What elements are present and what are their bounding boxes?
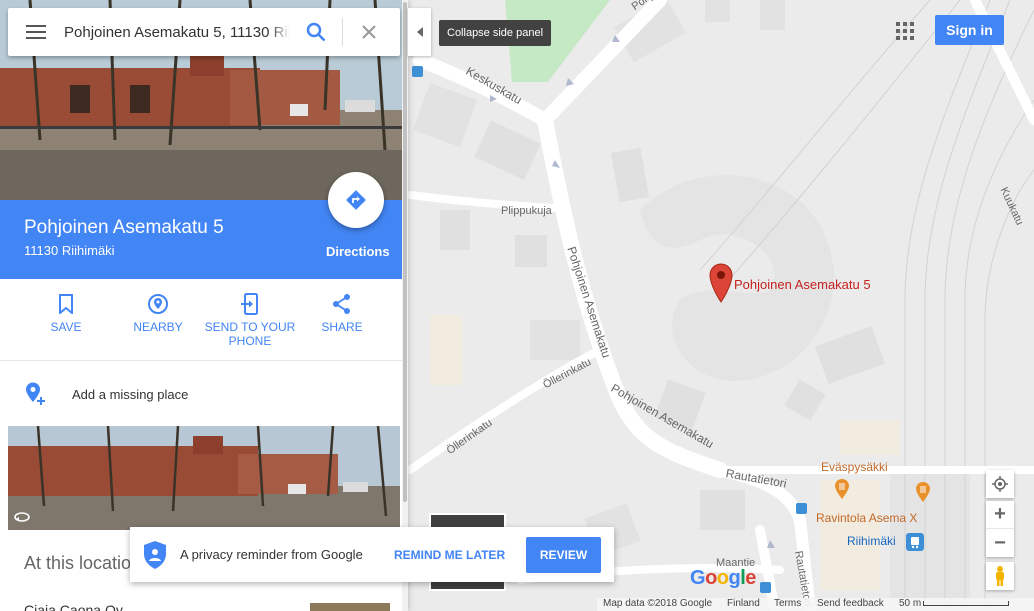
street-label: Plippukuja (501, 205, 552, 217)
chevron-left-icon (416, 27, 423, 37)
pegman-button[interactable] (986, 562, 1014, 590)
add-missing-place[interactable]: Add a missing place (0, 362, 402, 426)
share-icon (333, 294, 350, 314)
zoom-out-button[interactable]: − (986, 529, 1014, 557)
scale-bar (923, 601, 1009, 606)
search-input[interactable]: Pohjoinen Asemakatu 5, 11130 Riihimäki (64, 23, 290, 41)
poi-label-station[interactable]: Riihimäki (847, 534, 896, 548)
close-icon (362, 25, 376, 39)
poi-label-evaspysakki[interactable]: Eväspysäkki (821, 460, 888, 474)
add-missing-place-label: Add a missing place (72, 386, 189, 402)
sign-in-button[interactable]: Sign in (935, 15, 1004, 45)
menu-icon (26, 25, 46, 39)
share-label: SHARE (321, 320, 363, 334)
nearby-button[interactable]: NEARBY (112, 291, 204, 334)
list-item-thumbnail[interactable] (310, 603, 390, 611)
directions-label[interactable]: Directions (326, 244, 390, 259)
place-title: Pohjoinen Asemakatu 5 (24, 217, 224, 238)
send-to-phone-label: SEND TO YOUR PHONE (204, 320, 296, 348)
panorama-360-icon (14, 512, 30, 522)
search-button[interactable] (290, 8, 342, 56)
zoom-controls: + − (986, 501, 1014, 557)
clear-search-button[interactable] (343, 8, 395, 56)
restaurant-icon[interactable] (833, 478, 851, 500)
poi-label-ravintola[interactable]: Ravintola Asema X (816, 511, 917, 525)
save-button[interactable]: SAVE (20, 291, 112, 334)
google-logo: Google (690, 567, 756, 589)
action-bar: SAVE NEARBY SEND TO YOUR PHONE SHARE (0, 279, 402, 361)
remind-later-button[interactable]: REMIND ME LATER (394, 548, 526, 562)
apps-button[interactable] (892, 18, 918, 44)
send-to-phone-icon (241, 293, 258, 315)
collapse-panel-button[interactable] (408, 8, 431, 56)
side-panel: Pohjoinen Asemakatu 5, 11130 Riihimäki P… (0, 0, 408, 611)
zoom-in-button[interactable]: + (986, 501, 1014, 529)
collapse-tooltip: Collapse side panel (439, 20, 552, 46)
bookmark-icon (59, 294, 73, 314)
send-to-phone-button[interactable]: SEND TO YOUR PHONE (204, 291, 296, 348)
pegman-icon (996, 566, 1004, 586)
section-heading: At this location (24, 553, 142, 573)
search-icon (306, 22, 326, 42)
save-label: SAVE (50, 320, 82, 334)
search-box[interactable]: Pohjoinen Asemakatu 5, 11130 Riihimäki (8, 8, 400, 56)
pin-label[interactable]: Pohjoinen Asemakatu 5 (734, 277, 871, 292)
send-feedback-link[interactable]: Send feedback (817, 598, 884, 609)
scale-label[interactable]: 50 m (899, 598, 921, 609)
my-location-button[interactable] (986, 470, 1014, 498)
shield-icon (144, 540, 166, 569)
location-pin-icon[interactable] (708, 262, 734, 304)
place-address: 11130 Riihimäki (24, 243, 115, 258)
privacy-text: A privacy reminder from Google (180, 547, 363, 562)
scrollbar-thumb[interactable] (403, 2, 407, 502)
privacy-reminder: A privacy reminder from Google REMIND ME… (130, 527, 614, 582)
nearby-icon (148, 294, 168, 314)
terms-link[interactable]: Terms (774, 598, 801, 609)
directions-icon (346, 190, 366, 210)
restaurant-icon[interactable] (914, 481, 932, 503)
my-location-icon (992, 476, 1008, 492)
street-view-photo[interactable] (8, 426, 400, 530)
review-button[interactable]: REVIEW (526, 536, 601, 573)
share-button[interactable]: SHARE (296, 291, 388, 334)
apps-grid-icon (896, 22, 914, 40)
list-item[interactable]: Ciaia Caona Oy (24, 602, 123, 611)
train-station-icon[interactable] (906, 533, 924, 551)
directions-button[interactable] (328, 172, 384, 228)
nearby-label: NEARBY (133, 320, 183, 334)
map-footer: Map data ©2018 Google Finland Terms Send… (597, 598, 1034, 611)
menu-button[interactable] (8, 8, 64, 56)
add-place-icon (26, 382, 45, 405)
country-link[interactable]: Finland (727, 598, 760, 609)
map-data-attribution: Map data ©2018 Google (603, 598, 713, 609)
